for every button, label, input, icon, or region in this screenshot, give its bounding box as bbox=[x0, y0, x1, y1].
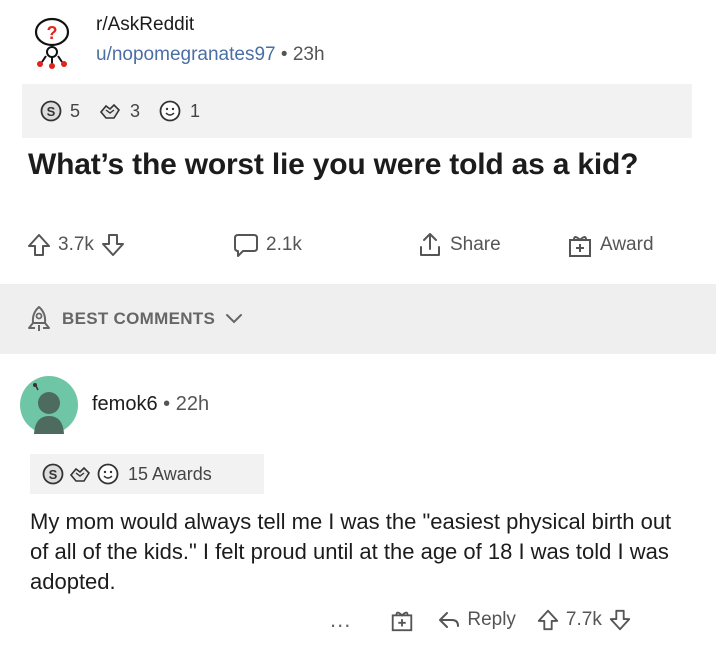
post-author-line: u/nopomegranates97 • 23h bbox=[96, 42, 325, 68]
reply-button[interactable]: Reply bbox=[437, 609, 516, 631]
post-author[interactable]: u/nopomegranates97 bbox=[96, 44, 276, 65]
comment-author-avatar[interactable] bbox=[20, 376, 78, 434]
wholesome-award-icon bbox=[97, 463, 119, 485]
helpful-award-icon bbox=[69, 466, 91, 482]
comment-author-line: femok6 • 22h bbox=[92, 393, 209, 416]
award-button[interactable]: Award bbox=[560, 231, 654, 259]
reply-arrow-icon bbox=[439, 612, 460, 628]
more-options-button[interactable]: ... bbox=[330, 607, 351, 633]
comment-sort-bar[interactable]: BEST COMMENTS bbox=[0, 284, 716, 354]
subreddit-name[interactable]: r/AskReddit bbox=[96, 12, 325, 38]
comments-button[interactable]: 2.1k bbox=[226, 231, 376, 259]
award-label: Award bbox=[600, 234, 654, 255]
award-wholesome: 1 bbox=[158, 100, 200, 122]
post-awards-bar[interactable]: S 5 3 1 bbox=[22, 84, 692, 138]
rocket-icon bbox=[28, 306, 50, 331]
askreddit-avatar[interactable]: ? bbox=[22, 10, 82, 70]
separator-dot: • bbox=[280, 44, 288, 65]
gift-icon[interactable] bbox=[389, 607, 415, 633]
wholesome-award-icon bbox=[159, 100, 181, 122]
reply-label: Reply bbox=[467, 609, 516, 630]
post-action-bar: 3.7k 2.1k Share Award bbox=[22, 222, 692, 268]
separator-dot: • bbox=[163, 393, 171, 415]
comment-vote-count: 7.7k bbox=[565, 609, 602, 630]
svg-text:S: S bbox=[49, 467, 58, 482]
sort-label: BEST COMMENTS bbox=[62, 309, 216, 328]
chevron-down-icon bbox=[226, 314, 243, 324]
svg-text:S: S bbox=[47, 104, 56, 119]
downvote-arrow-icon[interactable] bbox=[100, 232, 126, 258]
helpful-award-icon bbox=[99, 103, 121, 119]
vote-count: 3.7k bbox=[58, 234, 94, 255]
award-count: 1 bbox=[190, 100, 201, 121]
awards-count-label: 15 Awards bbox=[128, 463, 212, 484]
comment-author[interactable]: femok6 bbox=[92, 393, 158, 415]
post-time: 23h bbox=[292, 44, 325, 65]
silver-award-icon: S bbox=[40, 100, 62, 122]
silver-award-icon: S bbox=[42, 463, 64, 485]
upvote-arrow-icon[interactable] bbox=[536, 608, 560, 632]
award-helpful: 3 bbox=[98, 100, 140, 122]
vote-group: 3.7k bbox=[22, 232, 190, 258]
share-icon bbox=[420, 233, 440, 256]
award-count: 3 bbox=[130, 100, 141, 121]
svg-text:?: ? bbox=[47, 23, 58, 43]
upvote-arrow-icon[interactable] bbox=[26, 232, 52, 258]
comment-count: 2.1k bbox=[266, 234, 302, 255]
comment-bubble-icon bbox=[234, 234, 258, 257]
comment-body: My mom would always tell me I was the "e… bbox=[30, 509, 672, 594]
comment-action-bar: ... Reply 7.7k bbox=[330, 602, 632, 638]
award-silver: S 5 bbox=[40, 100, 80, 122]
share-button[interactable]: Share bbox=[410, 231, 550, 259]
share-label: Share bbox=[450, 234, 501, 255]
gift-icon bbox=[569, 236, 591, 257]
post-header: ? r/AskReddit u/nopomegranates97 • 23h bbox=[22, 8, 702, 72]
downvote-arrow-icon[interactable] bbox=[608, 608, 632, 632]
comment-awards-bar[interactable]: S 15 Awards bbox=[30, 454, 264, 494]
post-title[interactable]: What’s the worst lie you were told as a … bbox=[28, 148, 638, 182]
comment-time: 22h bbox=[175, 393, 210, 415]
award-count: 5 bbox=[70, 100, 81, 121]
